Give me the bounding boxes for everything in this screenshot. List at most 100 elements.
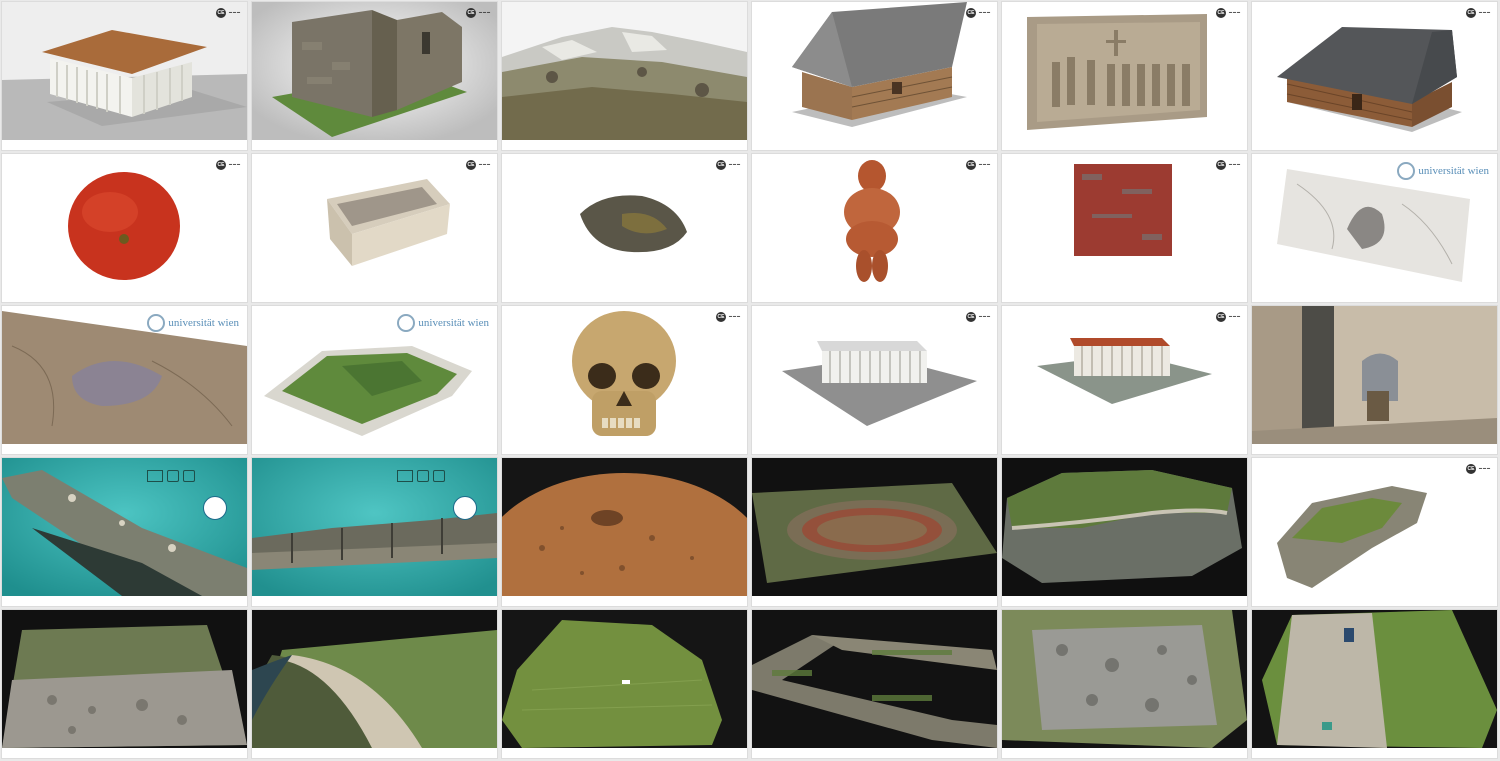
classical-temple-thumbnail [752,306,997,444]
gallery-card-rocky-terrain[interactable] [501,1,748,151]
crazy-eye-wordmark: ━━━ [478,10,491,16]
wall-ruin-thumbnail [752,610,997,748]
vaulted-room-interior-thumbnail [1252,306,1497,444]
crazy-eye-logo-icon: CE [465,160,476,170]
crazy-eye-logo-icon: CE [965,160,976,170]
gallery-card-doric-temple[interactable]: CE ━━━ [1,1,248,151]
underwater-cliff-thumbnail [252,458,497,596]
crazy-eye-watermark: CE ━━━ [715,312,741,322]
log-cabin-model-thumbnail [752,2,997,140]
gallery-card-stone-relief[interactable]: CE ━━━ [1001,1,1248,151]
universitat-wien-logo: universität wien [147,314,239,332]
mossy-rock-thumbnail [1252,458,1497,596]
tomato-scan-thumbnail [2,154,247,292]
crater-terrain-thumbnail [502,458,747,596]
crazy-eye-wordmark: ━━━ [1228,162,1241,168]
gallery-card-grass-path[interactable] [1251,609,1498,759]
crazy-eye-wordmark: ━━━ [228,10,241,16]
crazy-eye-watermark: CE ━━━ [215,8,241,18]
gallery-card-stone-tool[interactable]: CE ━━━ [501,153,748,303]
gallery-card-wall-ruin[interactable] [751,609,998,759]
gallery-card-grass-field[interactable] [501,609,748,759]
heritage-emblem-icon [417,470,429,482]
gallery-card-shoreline[interactable] [251,609,498,759]
university-name: universität wien [418,317,489,329]
gallery-card-crater[interactable] [501,457,748,607]
gallery-card-painted-tile[interactable]: CE ━━━ [1001,153,1248,303]
gallery-card-log-cabin-a[interactable]: CE ━━━ [751,1,998,151]
crazy-eye-logo-icon: CE [1465,464,1476,474]
gallery-card-stone-trough[interactable]: CE ━━━ [251,153,498,303]
gallery-card-log-cabin-b[interactable]: CE ━━━ [1251,1,1498,151]
university-seal-icon [1397,162,1416,180]
gallery-card-rubble-field[interactable] [1,609,248,759]
crazy-eye-wordmark: ━━━ [978,314,991,320]
crazy-eye-logo-icon: CE [1465,8,1476,18]
crazy-eye-wordmark: ━━━ [1228,314,1241,320]
unesco-logos [147,470,195,482]
crazy-eye-watermark: CE ━━━ [965,8,991,18]
classical-temple-thumbnail [1002,306,1247,444]
rocky-mountain-terrain-thumbnail [502,2,747,140]
gallery-card-parthenon-a[interactable]: CE ━━━ [751,305,998,455]
universitat-wien-logo: universität wien [1397,162,1489,180]
stone-artifact-thumbnail [502,154,747,292]
gallery-card-stone-ruin[interactable]: CE ━━━ [251,1,498,151]
gallery-card-sketch-surface[interactable]: universität wien [1251,153,1498,303]
crazy-eye-logo-icon: CE [715,312,726,322]
gallery-card-stone-interior[interactable] [1251,305,1498,455]
unesco-temple-icon [397,470,413,482]
gallery-card-coastline[interactable] [1001,457,1248,607]
crazy-eye-logo-icon: CE [215,8,226,18]
crazy-eye-wordmark: ━━━ [1478,466,1491,472]
gallery-card-skull[interactable]: CE ━━━ [501,305,748,455]
crazy-eye-watermark: CE ━━━ [465,160,491,170]
gallery-card-terrain-relief[interactable]: universität wien [1,305,248,455]
crazy-eye-wordmark: ━━━ [978,10,991,16]
painted-plaster-fragment-thumbnail [1002,154,1247,292]
gallery-card-stone-pile[interactable] [1001,609,1248,759]
gallery-card-mossy-rock[interactable]: CE ━━━ [1251,457,1498,607]
crazy-eye-wordmark: ━━━ [1478,10,1491,16]
crazy-eye-watermark: CE ━━━ [1215,312,1241,322]
stone-trough-thumbnail [252,154,497,292]
doric-temple-model-thumbnail [2,2,247,140]
roman-arena-site-thumbnail [752,458,997,596]
gallery-card-tomato[interactable]: CE ━━━ [1,153,248,303]
gallery-card-underwater-b[interactable] [251,457,498,607]
crazy-eye-logo-icon: CE [965,8,976,18]
crazy-eye-watermark: CE ━━━ [1215,160,1241,170]
crazy-eye-watermark: CE ━━━ [1465,464,1491,474]
partner-emblem-icon [183,470,195,482]
university-name: universität wien [1418,165,1489,177]
gallery-card-underwater-a[interactable] [1,457,248,607]
crazy-eye-logo-icon: CE [215,160,226,170]
crazy-eye-watermark: CE ━━━ [1215,8,1241,18]
university-seal-icon [147,314,166,332]
crazy-eye-watermark: CE ━━━ [965,160,991,170]
project-badge-icon [453,496,477,520]
gallery-card-green-mound[interactable]: universität wien [251,305,498,455]
gallery-card-parthenon-b[interactable]: CE ━━━ [1001,305,1248,455]
overgrown-path-thumbnail [1252,610,1497,748]
crazy-eye-watermark: CE ━━━ [215,160,241,170]
project-badge-icon [203,496,227,520]
crazy-eye-logo-icon: CE [465,8,476,18]
coastline-terrain-thumbnail [1002,458,1247,596]
gallery-card-venus-figurine[interactable]: CE ━━━ [751,153,998,303]
crazy-eye-wordmark: ━━━ [1228,10,1241,16]
heritage-emblem-icon [167,470,179,482]
unesco-logos [397,470,445,482]
shoreline-terrain-thumbnail [252,610,497,748]
crazy-eye-wordmark: ━━━ [728,162,741,168]
crazy-eye-watermark: CE ━━━ [465,8,491,18]
crazy-eye-logo-icon: CE [1215,8,1226,18]
partner-emblem-icon [433,470,445,482]
crazy-eye-wordmark: ━━━ [228,162,241,168]
crazy-eye-logo-icon: CE [1215,312,1226,322]
gallery-card-arena[interactable] [751,457,998,607]
grass-field-terrain-thumbnail [502,610,747,748]
log-house-model-thumbnail [1252,2,1497,140]
model-gallery-grid: CE ━━━ CE ━━━ CE ━━━ CE ━━━ CE ━━━ CE ━━… [1,1,1498,759]
crazy-eye-watermark: CE ━━━ [715,160,741,170]
